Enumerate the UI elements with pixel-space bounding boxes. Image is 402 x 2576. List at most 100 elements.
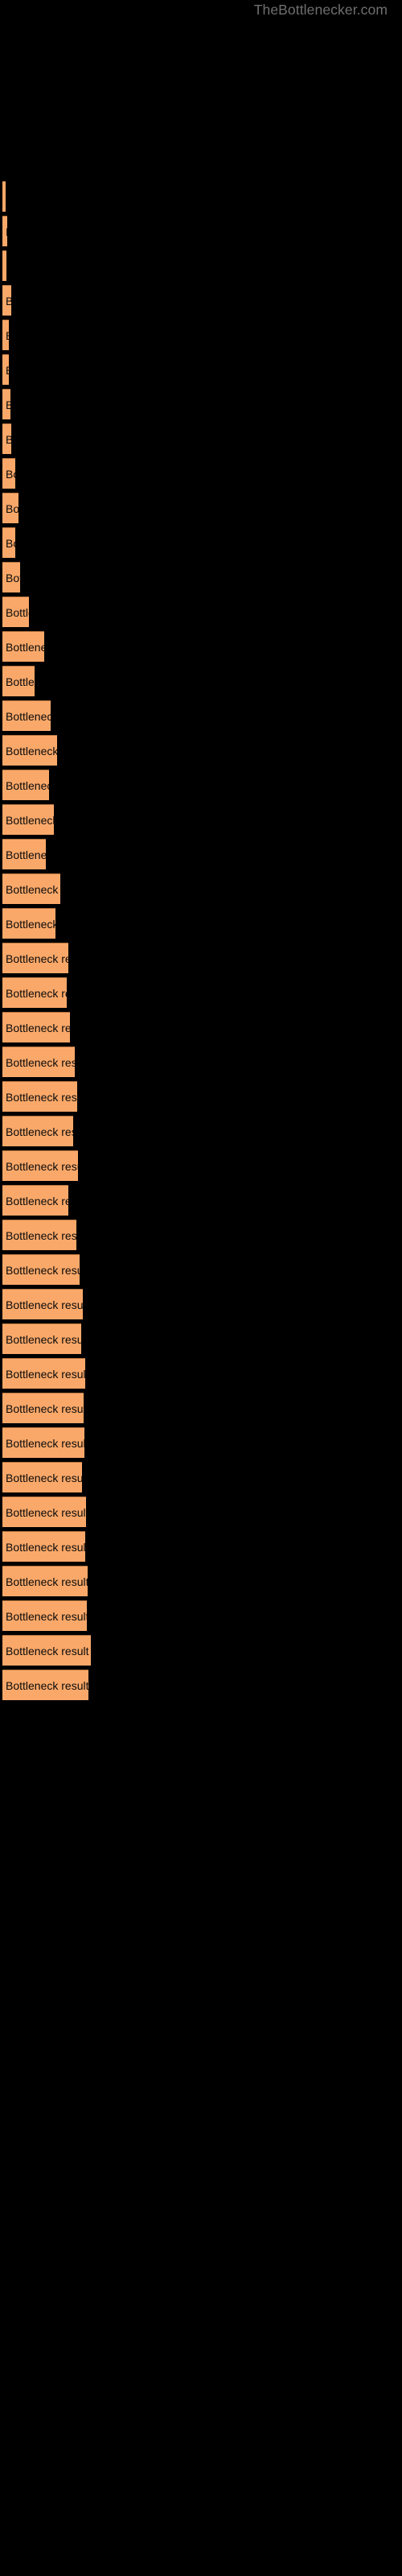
bar-row: Bottleneck result [0,181,402,212]
bar: Bottleneck result [2,1081,77,1112]
bar-label: Bottleneck result [6,1332,81,1346]
bar-row: Bottleneck result [0,1185,402,1216]
bottleneck-bar-chart: Bottleneck result Bottleneck result Bottle… [0,0,402,2576]
bar-row: Bottleneck result [0,597,402,627]
bar: Bottleneck result [2,1185,68,1216]
bar-label: Bottleneck result [6,1090,77,1104]
bar-row: Bottleneck result [0,735,402,766]
bar: Bottleneck result [2,1116,73,1146]
bar-row: Bottleneck result [0,631,402,662]
bar-label: Bottleneck result [6,813,54,827]
bar-row: Bottleneck result [0,1393,402,1423]
bar-label: Bottleneck result [6,778,49,792]
bar-label: Bottleneck result [6,1263,80,1277]
bar: Bottleneck result [2,1046,75,1077]
bar: Bottleneck result [2,1150,78,1181]
bar-row: Bottleneck result [0,770,402,800]
bar-label: Bottleneck result [6,502,18,515]
bar: Bottleneck result [2,666,35,696]
bar: Bottleneck result [2,320,9,350]
bar: Bottleneck result [2,1323,81,1354]
bar-row: Bottleneck result [0,354,402,385]
bar: Bottleneck result [2,735,57,766]
bar-label: Bottleneck result [6,1644,89,1657]
bar-row: Bottleneck result [0,1531,402,1562]
bar-label: Bottleneck result [6,330,9,341]
bar-row: Bottleneck result [0,908,402,939]
bar: Bottleneck result [2,1670,88,1700]
bar-row: Bottleneck result [0,1635,402,1666]
bar-label: Bottleneck result [6,1609,87,1623]
bar-label: Bottleneck result [6,917,55,931]
bar-label: Bottleneck result [6,571,20,584]
bar: Bottleneck result [2,943,68,973]
bar: Bottleneck result [2,1566,88,1596]
bar: Bottleneck result [2,1289,83,1319]
bar-row: Bottleneck result [0,562,402,592]
bar: Bottleneck result [2,1427,84,1458]
bar: Bottleneck result [2,770,49,800]
bar-row: Bottleneck result [0,1289,402,1319]
bar: Bottleneck result [2,873,60,904]
bar-row: Bottleneck result [0,458,402,489]
bar: Bottleneck result [2,1462,82,1492]
bar: Bottleneck result [2,1496,86,1527]
bar-label: Bottleneck result [6,399,10,411]
bar-row: Bottleneck result [0,1012,402,1042]
bar-label: Bottleneck result [6,882,60,896]
bar-label: Bottleneck result [6,605,29,619]
bar-label: Bottleneck result [6,365,9,376]
bar-label: Bottleneck result [6,1678,88,1692]
bar: Bottleneck result [2,1012,70,1042]
bar-label: Bottleneck result [6,1055,75,1069]
bar-row: Bottleneck result [0,423,402,454]
bar-row: Bottleneck result [0,285,402,316]
bar: Bottleneck result [2,389,10,419]
bar: Bottleneck result [2,908,55,939]
bar: Bottleneck result [2,977,67,1008]
bar-row: Bottleneck result [0,700,402,731]
bar: Bottleneck result [2,700,51,731]
bar-label: Bottleneck result [6,1159,78,1173]
bar: Bottleneck result [2,250,6,281]
bar: Bottleneck result [2,1531,85,1562]
bar-row: Bottleneck result [0,1358,402,1389]
bar-label: Bottleneck result [6,1540,85,1554]
bar-row: Bottleneck result [0,1046,402,1077]
bar-label: Bottleneck result [6,952,68,965]
bar: Bottleneck result [2,1393,84,1423]
bar-row: Bottleneck result [0,216,402,246]
bar-label: Bottleneck result [6,1228,76,1242]
bar-row: Bottleneck result [0,1427,402,1458]
bar-label: Bottleneck result [6,1194,68,1208]
bar-row: Bottleneck result [0,804,402,835]
bar-label: Bottleneck result [6,1575,88,1588]
bar-row: Bottleneck result [0,1670,402,1700]
bar: Bottleneck result [2,216,7,246]
bar: Bottleneck result [2,423,11,454]
bar-row: Bottleneck result [0,943,402,973]
bar: Bottleneck result [2,1358,85,1389]
bar-label: Bottleneck result [6,1436,84,1450]
bar: Bottleneck result [2,1635,91,1666]
bar-row: Bottleneck result [0,977,402,1008]
bar-row: Bottleneck result [0,1150,402,1181]
bar: Bottleneck result [2,285,11,316]
bar-label: Bottleneck result [6,1505,86,1519]
bar-label: Bottleneck result [6,1298,83,1311]
bar-row: Bottleneck result [0,389,402,419]
bar-row: Bottleneck result [0,1323,402,1354]
bar-label: Bottleneck result [6,848,46,861]
bar-row: Bottleneck result [0,1600,402,1631]
bar: Bottleneck result [2,562,20,592]
bar: Bottleneck result [2,1600,87,1631]
bar-label: Bottleneck result [6,434,11,445]
bar-label: Bottleneck result [6,709,51,723]
bar-label: Bottleneck result [6,1021,70,1034]
bar-label: Bottleneck result [6,744,57,758]
bar-label: Bottleneck result [6,536,15,550]
bar: Bottleneck result [2,458,15,489]
bar: Bottleneck result [2,1220,76,1250]
bar-label: Bottleneck result [6,986,67,1000]
bar-row: Bottleneck result [0,666,402,696]
